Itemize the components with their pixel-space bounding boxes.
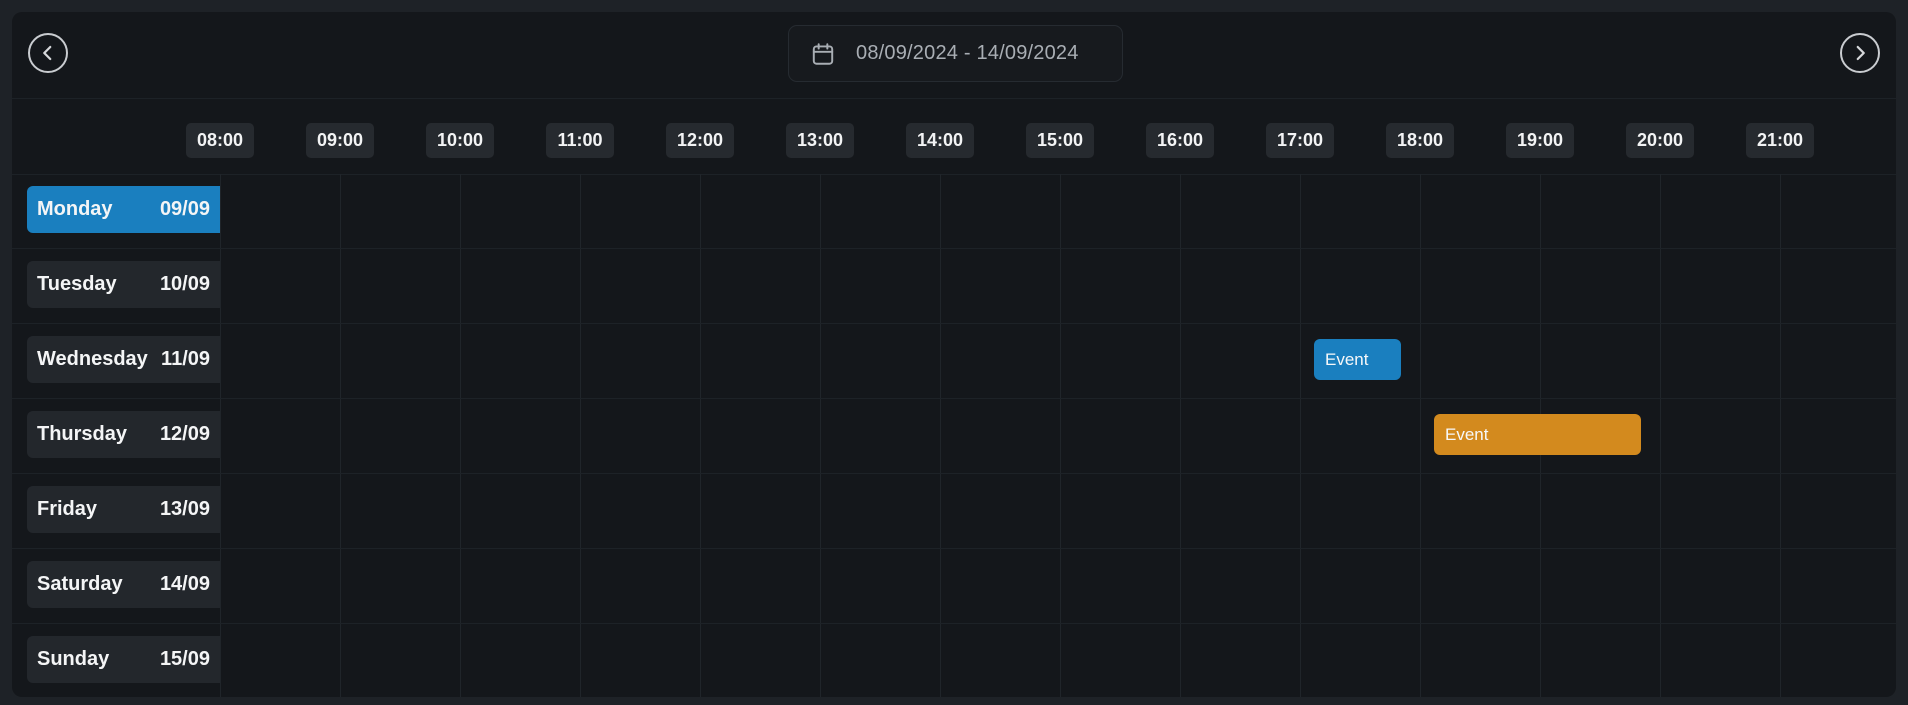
hour-gridline (1300, 174, 1301, 697)
day-row-tuesday[interactable]: Tuesday 10/09 (27, 261, 220, 308)
time-label: 20:00 (1626, 123, 1694, 158)
day-name: Saturday (37, 573, 123, 595)
time-label: 09:00 (306, 123, 374, 158)
row-divider (12, 248, 1896, 249)
time-label: 18:00 (1386, 123, 1454, 158)
day-name: Friday (37, 498, 98, 520)
time-label: 19:00 (1506, 123, 1574, 158)
chevron-left-icon (43, 45, 52, 61)
hour-gridline (1420, 174, 1421, 697)
day-date: 13/09 (159, 498, 210, 520)
previous-week-button[interactable] (28, 33, 68, 73)
row-divider (12, 323, 1896, 324)
row-divider (12, 398, 1896, 399)
hour-gridline (940, 174, 941, 697)
time-label: 10:00 (426, 123, 494, 158)
time-label: 12:00 (666, 123, 734, 158)
day-row-thursday[interactable]: Thursday 12/09 (27, 411, 220, 458)
hour-gridline (340, 174, 341, 697)
day-name: Monday (37, 198, 113, 220)
day-date: 12/09 (159, 423, 210, 445)
day-date: 14/09 (159, 573, 210, 595)
day-date: 10/09 (159, 273, 210, 295)
day-date: 09/09 (159, 198, 210, 220)
day-row-saturday[interactable]: Saturday 14/09 (27, 561, 220, 608)
chevron-right-icon (1856, 45, 1865, 61)
day-row-sunday[interactable]: Sunday 15/09 (27, 636, 220, 683)
hour-gridline (460, 174, 461, 697)
day-date: 11/09 (161, 348, 210, 370)
calendar-event[interactable]: Event (1314, 339, 1401, 380)
hour-gridline (580, 174, 581, 697)
day-name: Thursday (37, 423, 128, 445)
next-week-button[interactable] (1840, 33, 1880, 73)
row-divider (12, 473, 1896, 474)
calendar-panel: 08/09/2024 - 14/09/2024 08:00 09:00 10:00 1… (12, 12, 1896, 697)
time-label: 15:00 (1026, 123, 1094, 158)
hour-gridline (1780, 174, 1781, 697)
calendar-icon (812, 42, 834, 65)
calendar-header: 08/09/2024 - 14/09/2024 (12, 12, 1896, 99)
time-label: 16:00 (1146, 123, 1214, 158)
time-label: 21:00 (1746, 123, 1814, 158)
time-label: 11:00 (546, 123, 614, 158)
hour-gridline (220, 174, 221, 697)
day-name: Tuesday (37, 273, 117, 295)
date-range-text: 08/09/2024 - 14/09/2024 (856, 42, 1079, 64)
date-range-picker[interactable]: 08/09/2024 - 14/09/2024 (788, 25, 1123, 82)
hour-gridline (1180, 174, 1181, 697)
hour-gridline (1660, 174, 1661, 697)
day-row-friday[interactable]: Friday 13/09 (27, 486, 220, 533)
day-name: Sunday (37, 648, 110, 670)
day-name: Wednesday (37, 348, 148, 370)
hour-gridline (700, 174, 701, 697)
hour-gridline (820, 174, 821, 697)
day-row-monday[interactable]: Monday 09/09 (27, 186, 220, 233)
time-label: 08:00 (186, 123, 254, 158)
calendar-event[interactable]: Event (1434, 414, 1641, 455)
week-grid: Monday 09/09 Tuesday 10/09 Wednesday 11/09 Thu… (12, 174, 1896, 697)
time-header-row: 08:00 09:00 10:00 11:00 12:00 13:00 14:00 15:00… (12, 99, 1896, 175)
day-row-wednesday[interactable]: Wednesday 11/09 (27, 336, 220, 383)
day-date: 15/09 (159, 648, 210, 670)
time-label: 14:00 (906, 123, 974, 158)
time-label: 17:00 (1266, 123, 1334, 158)
hour-gridline (1060, 174, 1061, 697)
row-divider (12, 548, 1896, 549)
time-label: 13:00 (786, 123, 854, 158)
row-divider (12, 623, 1896, 624)
